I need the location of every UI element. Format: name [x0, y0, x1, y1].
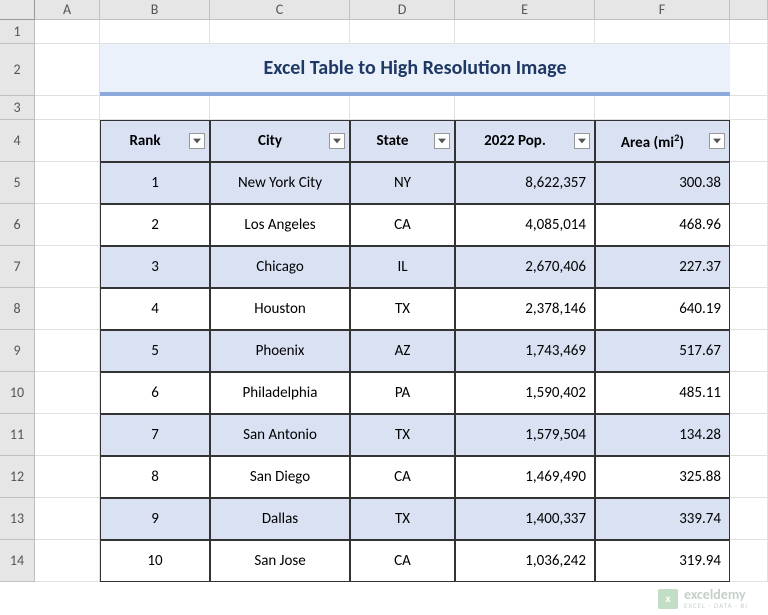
cell-rank[interactable]: 7: [100, 414, 210, 456]
row-header-3[interactable]: 3: [0, 96, 35, 120]
filter-city[interactable]: [329, 133, 345, 149]
cell-area[interactable]: 517.67: [595, 330, 730, 372]
filter-area[interactable]: [709, 133, 725, 149]
row-header-1[interactable]: 1: [0, 20, 35, 44]
cell-rank[interactable]: 1: [100, 162, 210, 204]
cell-area[interactable]: 319.94: [595, 540, 730, 582]
cell-rank[interactable]: 9: [100, 498, 210, 540]
cell-city[interactable]: Phoenix: [210, 330, 350, 372]
cell-rank[interactable]: 2: [100, 204, 210, 246]
cell-pop[interactable]: 1,036,242: [455, 540, 595, 582]
cell-city[interactable]: New York City: [210, 162, 350, 204]
col-header-C[interactable]: C: [210, 0, 350, 20]
row-header-6[interactable]: 6: [0, 204, 35, 246]
row-header-14[interactable]: 14: [0, 540, 35, 582]
cell-city[interactable]: Houston: [210, 288, 350, 330]
cell-city[interactable]: San Diego: [210, 456, 350, 498]
watermark-name: exceldemy: [684, 588, 748, 602]
table-header-area[interactable]: Area (mi2): [595, 120, 730, 162]
cell-state[interactable]: CA: [350, 204, 455, 246]
cell-state[interactable]: TX: [350, 288, 455, 330]
filter-state[interactable]: [434, 133, 450, 149]
cell-city[interactable]: Dallas: [210, 498, 350, 540]
cell-rank[interactable]: 10: [100, 540, 210, 582]
page-title: Excel Table to High Resolution Image: [100, 44, 730, 96]
table-header-city[interactable]: City: [210, 120, 350, 162]
filter-rank[interactable]: [189, 133, 205, 149]
col-header-E[interactable]: E: [455, 0, 595, 20]
spreadsheet-grid: ABCDEF12Excel Table to High Resolution I…: [0, 0, 768, 582]
cell-city[interactable]: San Antonio: [210, 414, 350, 456]
cell-state[interactable]: PA: [350, 372, 455, 414]
cell-area[interactable]: 325.88: [595, 456, 730, 498]
cell-area[interactable]: 468.96: [595, 204, 730, 246]
cell-rank[interactable]: 4: [100, 288, 210, 330]
cell-city[interactable]: Chicago: [210, 246, 350, 288]
row-header-8[interactable]: 8: [0, 288, 35, 330]
col-header-A[interactable]: A: [35, 0, 100, 20]
col-header-F[interactable]: F: [595, 0, 730, 20]
cell-rank[interactable]: 8: [100, 456, 210, 498]
cell-pop[interactable]: 2,670,406: [455, 246, 595, 288]
cell-pop[interactable]: 2,378,146: [455, 288, 595, 330]
filter-pop[interactable]: [574, 133, 590, 149]
row-header-10[interactable]: 10: [0, 372, 35, 414]
table-header-state[interactable]: State: [350, 120, 455, 162]
cell-area[interactable]: 485.11: [595, 372, 730, 414]
cell-city[interactable]: Philadelphia: [210, 372, 350, 414]
cell-pop[interactable]: 1,400,337: [455, 498, 595, 540]
cell-state[interactable]: TX: [350, 414, 455, 456]
cell-pop[interactable]: 1,469,490: [455, 456, 595, 498]
cell-state[interactable]: TX: [350, 498, 455, 540]
row-header-5[interactable]: 5: [0, 162, 35, 204]
cell-pop[interactable]: 1,590,402: [455, 372, 595, 414]
table-header-pop[interactable]: 2022 Pop.: [455, 120, 595, 162]
cell-state[interactable]: CA: [350, 540, 455, 582]
row-header-9[interactable]: 9: [0, 330, 35, 372]
cell-city[interactable]: San Jose: [210, 540, 350, 582]
cell-city[interactable]: Los Angeles: [210, 204, 350, 246]
cell-area[interactable]: 300.38: [595, 162, 730, 204]
cell-pop[interactable]: 1,743,469: [455, 330, 595, 372]
col-header-D[interactable]: D: [350, 0, 455, 20]
watermark: x exceldemy EXCEL · DATA · BI: [658, 588, 748, 609]
cell-rank[interactable]: 5: [100, 330, 210, 372]
table-header-rank[interactable]: Rank: [100, 120, 210, 162]
cell-state[interactable]: CA: [350, 456, 455, 498]
row-header-12[interactable]: 12: [0, 456, 35, 498]
cell-area[interactable]: 227.37: [595, 246, 730, 288]
cell-pop[interactable]: 8,622,357: [455, 162, 595, 204]
cell-rank[interactable]: 3: [100, 246, 210, 288]
row-header-2[interactable]: 2: [0, 44, 35, 96]
row-header-4[interactable]: 4: [0, 120, 35, 162]
cell-state[interactable]: IL: [350, 246, 455, 288]
row-header-7[interactable]: 7: [0, 246, 35, 288]
row-header-13[interactable]: 13: [0, 498, 35, 540]
cell-pop[interactable]: 4,085,014: [455, 204, 595, 246]
row-header-11[interactable]: 11: [0, 414, 35, 456]
cell-area[interactable]: 640.19: [595, 288, 730, 330]
watermark-icon: x: [658, 589, 678, 609]
cell-rank[interactable]: 6: [100, 372, 210, 414]
cell-area[interactable]: 134.28: [595, 414, 730, 456]
cell-pop[interactable]: 1,579,504: [455, 414, 595, 456]
watermark-tagline: EXCEL · DATA · BI: [684, 602, 748, 609]
cell-state[interactable]: NY: [350, 162, 455, 204]
cell-area[interactable]: 339.74: [595, 498, 730, 540]
col-header-B[interactable]: B: [100, 0, 210, 20]
cell-state[interactable]: AZ: [350, 330, 455, 372]
